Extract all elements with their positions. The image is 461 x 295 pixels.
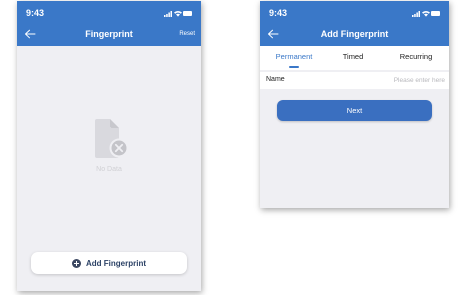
name-label: Name <box>266 76 285 83</box>
empty-state-text: No Data <box>96 166 122 173</box>
fingerprint-list-screen: 9:43 Fingerprint Reset No Data Add Finge… <box>17 1 201 291</box>
name-row: Name <box>260 72 449 89</box>
tab-bar: Permanent Timed Recurring <box>260 46 449 70</box>
status-icons <box>164 10 192 18</box>
status-time: 9:43 <box>269 8 288 18</box>
name-input[interactable] <box>345 74 445 86</box>
add-fingerprint-screen: 9:43 Add Fingerprint Permanent Timed Rec… <box>260 1 449 208</box>
page-title: Add Fingerprint <box>320 29 389 39</box>
app-header: 9:43 Fingerprint Reset <box>17 1 201 46</box>
battery-icon <box>183 11 192 16</box>
battery-icon <box>431 11 440 16</box>
add-fingerprint-label: Add Fingerprint <box>86 258 146 268</box>
tab-recurring[interactable]: Recurring <box>390 52 442 61</box>
add-fingerprint-button[interactable]: Add Fingerprint <box>31 252 187 274</box>
reset-button[interactable]: Reset <box>179 31 195 37</box>
wifi-icon <box>174 11 182 17</box>
tab-timed[interactable]: Timed <box>332 52 374 61</box>
signal-icon <box>412 11 420 17</box>
active-tab-indicator <box>289 66 299 68</box>
wifi-icon <box>422 11 430 17</box>
page-title: Fingerprint <box>85 29 133 39</box>
signal-icon <box>164 11 172 17</box>
tab-permanent[interactable]: Permanent <box>269 52 319 61</box>
empty-document-icon <box>95 119 127 158</box>
plus-circle-icon <box>72 258 81 268</box>
status-time: 9:43 <box>26 8 45 18</box>
next-button[interactable]: Next <box>277 100 432 121</box>
app-header: 9:43 Add Fingerprint <box>260 1 449 46</box>
status-icons <box>412 10 440 18</box>
